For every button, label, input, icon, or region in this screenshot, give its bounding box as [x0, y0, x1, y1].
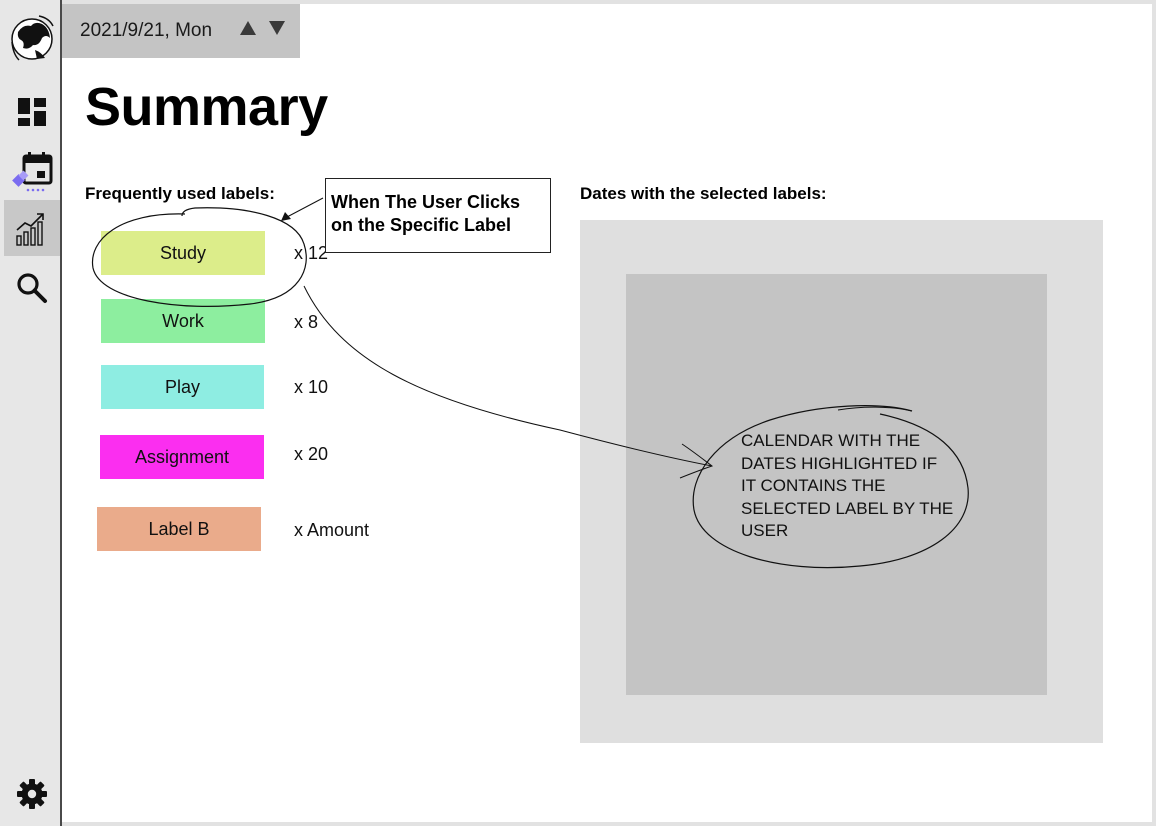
window-frame-bottom [0, 822, 1156, 826]
date-up-button[interactable] [237, 18, 259, 38]
date-down-button[interactable] [266, 18, 288, 38]
sidebar-item-calendar[interactable] [4, 144, 60, 200]
sidebar [0, 0, 62, 826]
sidebar-item-settings[interactable] [4, 766, 60, 822]
callout-pointer-head [281, 212, 291, 221]
calendar-note: CALENDAR WITH THE DATES HIGHLIGHTED IF I… [741, 431, 954, 540]
callout-pointer-line [286, 197, 324, 218]
label-count-play: x 10 [294, 377, 329, 397]
label-chip-assignment[interactable]: Assignment [100, 435, 264, 479]
sidebar-item-search[interactable] [4, 260, 60, 316]
label-count-assignment: x 20 [294, 444, 329, 464]
dates-heading: Dates with the selected labels: [580, 184, 827, 203]
triangle-up-icon [240, 21, 256, 35]
label-count-label-b: x Amount [294, 520, 370, 540]
annotation-callout: When The User Clicks on the Specific Lab… [325, 178, 551, 253]
current-date: 2021/9/21, Mon [80, 20, 213, 41]
sidebar-item-dashboard[interactable] [4, 84, 60, 140]
window-frame-right [1152, 0, 1156, 826]
date-selector: 2021/9/21, Mon [62, 4, 300, 58]
app-logo [4, 10, 60, 66]
label-chip-label-b[interactable]: Label B [97, 507, 261, 551]
gear-icon [17, 779, 47, 809]
dashboard-icon [18, 98, 46, 126]
label-chip-work[interactable]: Work [101, 299, 265, 343]
page-title: Summary [85, 77, 328, 137]
sidebar-item-summary[interactable] [4, 200, 60, 256]
chart-growth-icon [16, 213, 44, 246]
label-chip-play[interactable]: Play [101, 365, 264, 409]
labels-heading: Frequently used labels: [85, 184, 275, 203]
search-icon [17, 273, 47, 303]
label-count-work: x 8 [294, 312, 319, 332]
globe-logo-icon [11, 15, 54, 61]
label-count-study: x 12 [294, 243, 329, 263]
calendar-event-icon [12, 152, 53, 192]
label-chip-study[interactable]: Study [101, 231, 265, 275]
triangle-down-icon [269, 21, 285, 35]
